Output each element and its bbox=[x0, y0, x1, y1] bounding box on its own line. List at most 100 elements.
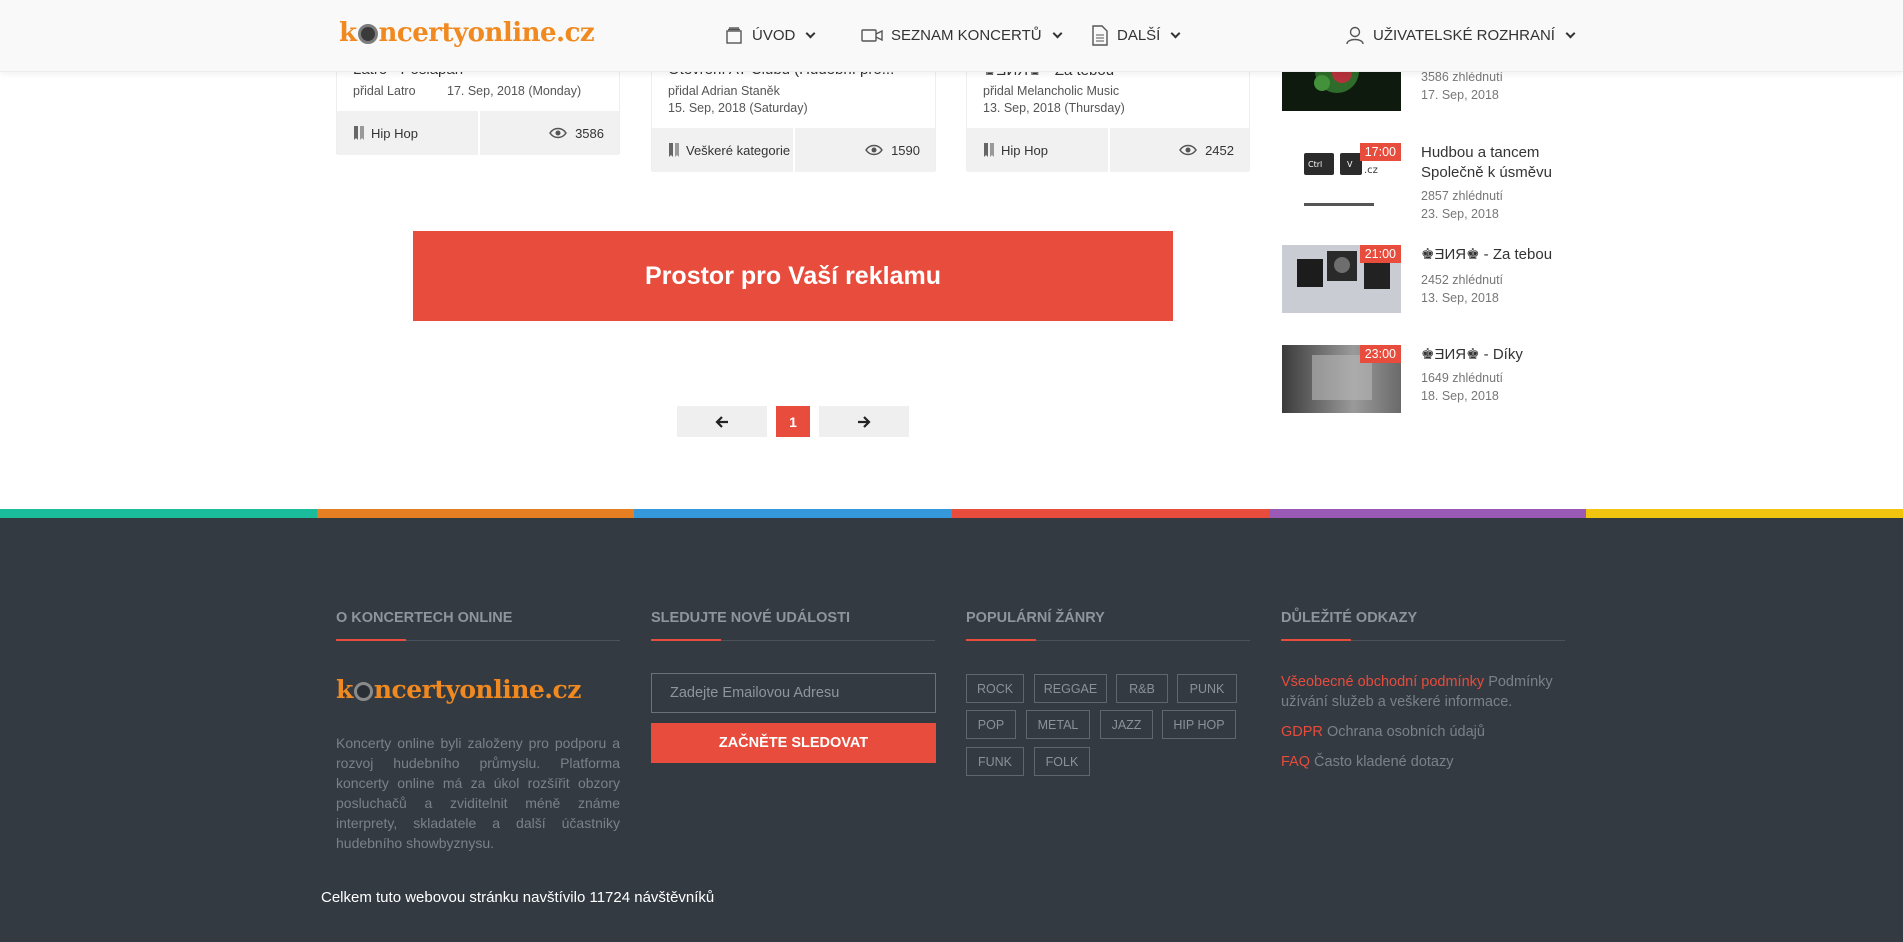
video-camera-icon bbox=[861, 29, 883, 42]
arrow-left-icon bbox=[715, 415, 728, 428]
eye-icon bbox=[1179, 144, 1197, 156]
site-logo[interactable]: k ncertyonline.cz bbox=[339, 18, 595, 48]
genre-tag[interactable]: R&B bbox=[1116, 674, 1168, 703]
vinyl-record-icon bbox=[357, 24, 378, 44]
pagination-page-number: 1 bbox=[789, 413, 797, 430]
stripe-segment bbox=[0, 509, 318, 518]
card-author: přidal Latro bbox=[353, 84, 416, 98]
document-icon bbox=[1092, 25, 1108, 46]
card-author: přidal Melancholic Music bbox=[983, 84, 1120, 98]
card-views: 3586 bbox=[480, 111, 620, 155]
nav-label-seznam-koncertu: SEZNAM KONCERTŮ bbox=[891, 26, 1042, 44]
bookmark-icon bbox=[984, 143, 994, 157]
stripe-segment bbox=[1585, 509, 1903, 518]
card-views: 2452 bbox=[1110, 128, 1250, 172]
stripe-segment bbox=[951, 509, 1269, 518]
user-icon bbox=[1346, 26, 1364, 45]
sidebar-video-title[interactable]: ♚ƎИЯ♚ - Díky bbox=[1421, 345, 1581, 365]
logo-text-end: ncertyonline.cz bbox=[373, 675, 582, 704]
nav-label-uzivatelske-rozhrani: UŽIVATELSKÉ ROZHRANÍ bbox=[1373, 26, 1555, 44]
genre-tag[interactable]: HIP HOP bbox=[1162, 710, 1236, 739]
ad-banner-text: Prostor pro Vaší reklamu bbox=[645, 261, 941, 290]
site-footer: O KONCERTECH ONLINE SLEDUJTE NOVÉ UDÁLOS… bbox=[0, 518, 1903, 942]
footer-link-item: GDPR Ochrana osobních údajů bbox=[1281, 722, 1576, 742]
eye-icon bbox=[549, 127, 567, 139]
footer-link-gdpr[interactable]: GDPR bbox=[1281, 724, 1323, 740]
card-category[interactable]: Hip Hop bbox=[337, 111, 480, 155]
footer-links-heading: DŮLEŽITÉ ODKAZY bbox=[1281, 610, 1565, 641]
genre-tag[interactable]: FUNK bbox=[966, 747, 1024, 776]
card-views: 1590 bbox=[795, 128, 935, 172]
sidebar-video-title[interactable]: ♚ƎИЯ♚ - Za tebou bbox=[1421, 245, 1581, 265]
svg-text:Ctrl: Ctrl bbox=[1308, 160, 1322, 169]
sidebar-video-views: 1649 zhlédnutí bbox=[1421, 371, 1504, 385]
genre-tag[interactable]: REGGAE bbox=[1034, 674, 1107, 703]
chevron-down-icon bbox=[1170, 28, 1181, 39]
footer-link-item: Všeobecné obchodní podmínky Podmínky uží… bbox=[1281, 672, 1576, 712]
video-thumbnail[interactable]: Ctrl V .cz 17:00 bbox=[1282, 143, 1401, 211]
video-time-badge: 21:00 bbox=[1359, 245, 1401, 263]
logo-text-start: k bbox=[336, 675, 353, 704]
nav-item-uvod[interactable]: ÚVOD bbox=[724, 25, 816, 45]
card-views-count: 1590 bbox=[891, 142, 920, 158]
footer-genres-heading: POPULÁRNÍ ŽÁNRY bbox=[966, 610, 1250, 641]
sidebar-video-date: 18. Sep, 2018 bbox=[1421, 389, 1499, 403]
newsletter-email-input[interactable] bbox=[651, 673, 936, 713]
footer-logo[interactable]: k ncertyonline.cz bbox=[336, 675, 581, 704]
video-thumbnail[interactable]: 21:00 bbox=[1282, 245, 1401, 313]
nav-item-uzivatelske-rozhrani[interactable]: UŽIVATELSKÉ ROZHRANÍ bbox=[1345, 25, 1576, 45]
sidebar-video-item[interactable]: Ctrl V .cz 17:00 Hudbou a tancem Společně … bbox=[1282, 143, 1582, 233]
sidebar-video-date: 13. Sep, 2018 bbox=[1421, 291, 1499, 305]
card-category-label: Hip Hop bbox=[1001, 142, 1048, 158]
stripe-segment bbox=[1268, 509, 1586, 518]
footer-link-item: FAQ Často kladené dotazy bbox=[1281, 752, 1576, 772]
card-date: 13. Sep, 2018 (Thursday) bbox=[983, 101, 1125, 115]
genre-tag[interactable]: FOLK bbox=[1034, 747, 1090, 776]
bookmark-icon bbox=[669, 143, 679, 157]
footer-about-heading: O KONCERTECH ONLINE bbox=[336, 610, 620, 641]
pagination-page-current[interactable]: 1 bbox=[776, 406, 810, 437]
card-footer: Hip Hop 3586 bbox=[337, 111, 619, 155]
color-stripe bbox=[0, 509, 1903, 518]
footer-link-desc: Často kladené dotazy bbox=[1314, 754, 1454, 770]
sidebar-video-title[interactable]: Hudbou a tancem Společně k úsměvu bbox=[1421, 143, 1581, 183]
bookmark-icon bbox=[354, 126, 364, 140]
footer-link-desc: Ochrana osobních údajů bbox=[1326, 724, 1485, 740]
svg-text:V: V bbox=[1347, 160, 1353, 169]
stripe-segment bbox=[634, 509, 952, 518]
card-category[interactable]: Veškeré kategorie bbox=[652, 128, 795, 172]
genre-tag[interactable]: METAL bbox=[1026, 710, 1090, 739]
video-time-badge: 23:00 bbox=[1359, 345, 1401, 363]
pagination-prev-button[interactable] bbox=[677, 406, 767, 437]
pagination-next-button[interactable] bbox=[819, 406, 909, 437]
genre-tag[interactable]: ROCK bbox=[966, 674, 1024, 703]
chevron-down-icon bbox=[1052, 28, 1063, 38]
footer-link-terms[interactable]: Všeobecné obchodní podmínky bbox=[1281, 674, 1484, 690]
nav-item-dalsi[interactable]: DALŠÍ bbox=[1091, 25, 1181, 46]
nav-label-dalsi: DALŠÍ bbox=[1117, 27, 1161, 44]
subscribe-button[interactable]: ZAČNĚTE SLEDOVAT bbox=[651, 723, 936, 763]
video-thumbnail[interactable]: 23:00 bbox=[1282, 345, 1401, 413]
genre-tag[interactable]: JAZZ bbox=[1100, 710, 1153, 739]
genre-tag[interactable]: PUNK bbox=[1177, 674, 1237, 703]
nav-item-seznam-koncertu[interactable]: SEZNAM KONCERTŮ bbox=[861, 25, 1063, 45]
card-date: 17. Sep, 2018 (Monday) bbox=[447, 84, 582, 98]
ad-banner[interactable]: Prostor pro Vaší reklamu bbox=[413, 231, 1173, 321]
card-category[interactable]: Hip Hop bbox=[967, 128, 1110, 172]
site-header: k ncertyonline.cz ÚVOD SEZNAM KONCERTŮ DA… bbox=[0, 0, 1903, 72]
sidebar-video-date: 17. Sep, 2018 bbox=[1421, 88, 1499, 102]
genre-tag[interactable]: POP bbox=[966, 710, 1016, 739]
card-footer: Hip Hop 2452 bbox=[967, 128, 1249, 172]
card-footer: Veškeré kategorie 1590 bbox=[652, 128, 935, 172]
sidebar-video-item[interactable]: 21:00 ♚ƎИЯ♚ - Za tebou 2452 zhlédnutí 13… bbox=[1282, 245, 1582, 315]
eye-icon bbox=[865, 144, 883, 156]
card-date: 15. Sep, 2018 (Saturday) bbox=[668, 101, 808, 115]
arrow-right-icon bbox=[858, 415, 871, 428]
vinyl-record-icon bbox=[353, 682, 373, 701]
sidebar-video-views: 2452 zhlédnutí bbox=[1421, 273, 1504, 287]
sidebar-video-date: 23. Sep, 2018 bbox=[1421, 207, 1499, 221]
sidebar-video-item[interactable]: 23:00 ♚ƎИЯ♚ - Díky 1649 zhlédnutí 18. Se… bbox=[1282, 345, 1582, 415]
card-category-label: Veškeré kategorie bbox=[686, 142, 791, 158]
card-category-label: Hip Hop bbox=[371, 125, 418, 141]
footer-link-faq[interactable]: FAQ bbox=[1281, 754, 1310, 770]
